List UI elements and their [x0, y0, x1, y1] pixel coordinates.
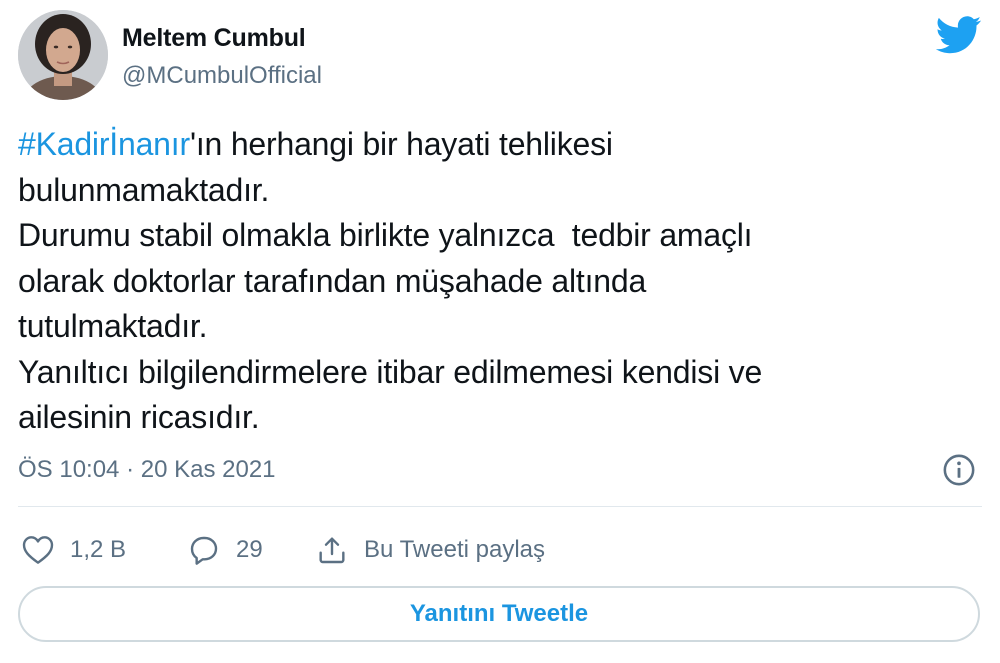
like-count: 1,2 B — [70, 536, 127, 563]
tweet-card: Meltem Cumbul @MCumbulOfficial #Kadirİna… — [0, 0, 1000, 663]
like-button[interactable]: 1,2 B — [22, 530, 126, 570]
profile-photo — [18, 10, 108, 100]
reply-tweet-button[interactable]: Yanıtını Tweetle — [18, 586, 980, 642]
tweet-line: Durumu stabil olmakla birlikte yalnızca … — [18, 217, 753, 253]
avatar[interactable] — [18, 10, 108, 100]
share-icon — [319, 537, 345, 564]
divider — [18, 506, 982, 507]
reply-bubble-icon — [190, 536, 218, 565]
tweet-text: #Kadirİnanır'ın herhangi bir hayati tehl… — [18, 122, 958, 441]
info-icon[interactable] — [942, 453, 976, 487]
author-name[interactable]: Meltem Cumbul — [122, 24, 306, 53]
tweet-line: olarak doktorlar tarafından müşahade alt… — [18, 262, 647, 299]
share-label: Bu Tweeti paylaş — [364, 536, 545, 563]
hashtag-link[interactable]: #Kadirİnanır — [18, 126, 190, 162]
tweet-line: Yanıltıcı bilgilendirmelere itibar edilm… — [18, 353, 763, 390]
heart-icon — [22, 536, 54, 564]
tweet-line: #Kadirİnanır'ın herhangi bir hayati tehl… — [18, 122, 958, 168]
share-button[interactable]: Bu Tweeti paylaş — [316, 530, 545, 570]
reply-count: 29 — [236, 536, 263, 563]
reply-action-button[interactable]: 29 — [188, 530, 263, 570]
tweet-line: tutulmaktadır. — [18, 308, 208, 344]
tweet-line: bulunmamaktadır. — [18, 171, 270, 208]
tweet-line-text: 'ın herhangi bir hayati tehlikesi — [189, 126, 613, 162]
author-handle[interactable]: @MCumbulOfficial — [122, 62, 322, 90]
tweet-line: ailesinin ricasıdır. — [18, 399, 260, 435]
tweet-timestamp[interactable]: ÖS 10:04 · 20 Kas 2021 — [18, 456, 276, 484]
twitter-bird-icon[interactable] — [936, 16, 982, 54]
